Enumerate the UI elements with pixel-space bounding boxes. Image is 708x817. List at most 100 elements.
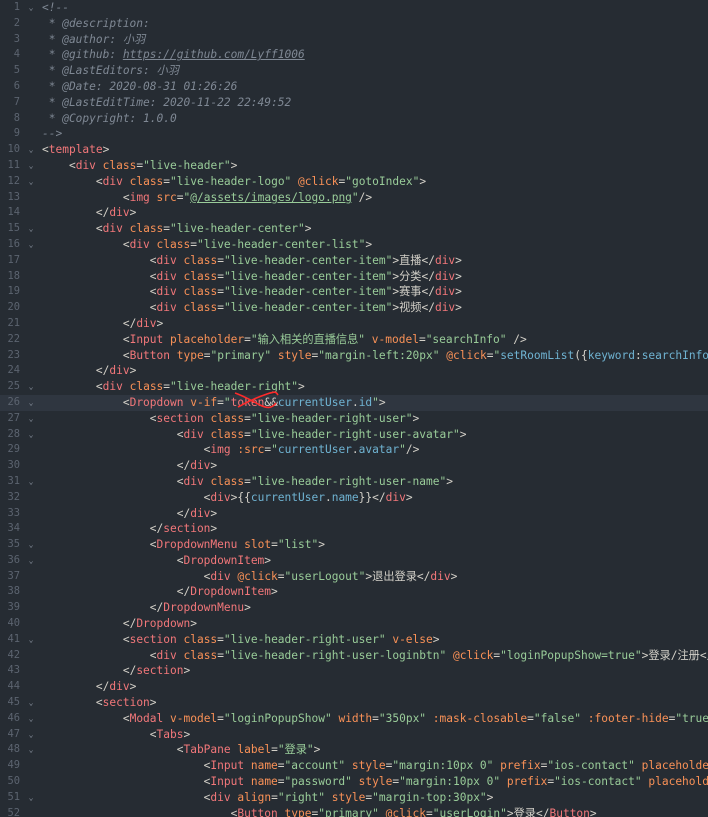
code-line[interactable]: 33 </div> bbox=[0, 506, 708, 522]
code-editor[interactable]: 1 ⌄ <!-- 2 * @description: 3 * @author: 小羽 4 … bbox=[0, 0, 708, 817]
code-line[interactable]: 31 ⌄ <div class="live-header-right-user-n… bbox=[0, 474, 708, 490]
code-line[interactable]: 11 ⌄ <div class="live-header"> bbox=[0, 158, 708, 174]
fold-chevron-icon[interactable]: ⌄ bbox=[26, 158, 36, 174]
code-line[interactable]: 2 * @description: bbox=[0, 16, 708, 32]
code-line[interactable]: 34 </section> bbox=[0, 521, 708, 537]
fold-chevron-icon[interactable]: ⌄ bbox=[26, 537, 36, 553]
code-text: <div class="live-header-center-item">直播<… bbox=[42, 253, 462, 269]
code-line[interactable]: 46 ⌄ <Modal v-model="loginPopupShow" widt… bbox=[0, 711, 708, 727]
comment-token: * @LastEditors: 小羽 bbox=[42, 64, 179, 78]
code-line[interactable]: 9 --> bbox=[0, 126, 708, 142]
line-number: 51 bbox=[7, 790, 20, 803]
code-line[interactable]: 26 ⌄ <Dropdown v-if="token&&currentUser.i… bbox=[0, 394, 708, 411]
string-token: "输入相关的直播信息" bbox=[250, 332, 366, 346]
fold-chevron-icon[interactable]: ⌄ bbox=[26, 711, 36, 727]
code-line[interactable]: 39 </DropdownMenu> bbox=[0, 600, 708, 616]
attribute-token: :footer-hide bbox=[587, 711, 669, 725]
code-line[interactable]: 1 ⌄ <!-- bbox=[0, 0, 708, 16]
fold-chevron-icon[interactable]: ⌄ bbox=[26, 379, 36, 395]
code-line[interactable]: 17 <div class="live-header-center-item">… bbox=[0, 253, 708, 269]
fold-chevron-icon[interactable]: ⌄ bbox=[26, 142, 36, 158]
code-line[interactable]: 45 ⌄ <section> bbox=[0, 695, 708, 711]
code-text: <!-- bbox=[42, 0, 69, 16]
line-number: 8 bbox=[13, 111, 20, 124]
code-line[interactable]: 43 </section> bbox=[0, 663, 708, 679]
code-line[interactable]: 23 <Button type="primary" style="margin-… bbox=[0, 348, 708, 364]
variable-token: currentUser bbox=[277, 443, 352, 457]
code-line[interactable]: 12 ⌄ <div class="live-header-logo" @click… bbox=[0, 174, 708, 190]
code-line[interactable]: 28 ⌄ <div class="live-header-right-user-a… bbox=[0, 427, 708, 443]
text-token: 直播 bbox=[399, 253, 422, 267]
punctuation-token: < bbox=[95, 380, 103, 394]
code-line[interactable]: 27 ⌄ <section class="live-header-right-us… bbox=[0, 411, 708, 427]
code-line[interactable]: 8 * @Copyright: 1.0.0 bbox=[0, 111, 708, 127]
code-line[interactable]: 38 </DropdownItem> bbox=[0, 584, 708, 600]
code-line[interactable]: 51 ⌄ <div align="right" style="margin-top… bbox=[0, 790, 708, 806]
code-line[interactable]: 15 ⌄ <div class="live-header-center"> bbox=[0, 221, 708, 237]
code-line[interactable]: 7 * @LastEditTime: 2020-11-22 22:49:52 bbox=[0, 95, 708, 111]
code-line[interactable]: 16 ⌄ <div class="live-header-center-list"… bbox=[0, 237, 708, 253]
code-line[interactable]: 42 <div class="live-header-right-user-lo… bbox=[0, 648, 708, 664]
fold-chevron-icon[interactable]: ⌄ bbox=[26, 474, 36, 490]
code-line[interactable]: 47 ⌄ <Tabs> bbox=[0, 727, 708, 743]
code-line[interactable]: 14 </div> bbox=[0, 205, 708, 221]
code-text: </Dropdown> bbox=[42, 616, 197, 632]
code-line[interactable]: 52 <Button type="primary" @click="userLo… bbox=[0, 806, 708, 817]
punctuation-token: > bbox=[486, 790, 494, 804]
punctuation-token: > bbox=[412, 411, 420, 425]
fold-chevron-icon[interactable]: ⌄ bbox=[26, 742, 36, 758]
fold-chevron-icon[interactable]: ⌄ bbox=[26, 427, 36, 443]
fold-chevron-icon[interactable]: ⌄ bbox=[26, 695, 36, 711]
fold-chevron-icon[interactable]: ⌄ bbox=[26, 553, 36, 569]
code-line[interactable]: 4 * @github: https://github.com/Lyff1006 bbox=[0, 47, 708, 63]
code-line[interactable]: 6 * @Date: 2020-08-31 01:26:26 bbox=[0, 79, 708, 95]
code-line[interactable]: 5 * @LastEditors: 小羽 bbox=[0, 63, 708, 79]
punctuation-token: </ bbox=[699, 648, 708, 662]
code-line[interactable]: 18 <div class="live-header-center-item">… bbox=[0, 269, 708, 285]
code-line[interactable]: 36 ⌄ <DropdownItem> bbox=[0, 553, 708, 569]
code-line[interactable]: 21 </div> bbox=[0, 316, 708, 332]
code-line[interactable]: 41 ⌄ <section class="live-header-right-us… bbox=[0, 632, 708, 648]
comment-token: * @Date: 2020-08-31 01:26:26 bbox=[42, 79, 238, 93]
code-line[interactable]: 29 <img :src="currentUser.avatar"/> bbox=[0, 442, 708, 458]
code-line[interactable]: 40 </Dropdown> bbox=[0, 616, 708, 632]
line-number: 23 bbox=[7, 348, 20, 361]
fold-chevron-icon[interactable]: ⌄ bbox=[26, 0, 36, 16]
fold-chevron-icon[interactable]: ⌄ bbox=[26, 174, 36, 190]
code-line[interactable]: 30 </div> bbox=[0, 458, 708, 474]
code-line[interactable]: 24 </div> bbox=[0, 363, 708, 379]
code-line[interactable]: 49 <Input name="account" style="margin:1… bbox=[0, 758, 708, 774]
code-text: <section class="live-header-right-user" … bbox=[42, 632, 440, 648]
fold-chevron-icon[interactable]: ⌄ bbox=[26, 727, 36, 743]
code-line[interactable]: 13 <img src="@/assets/images/logo.png"/> bbox=[0, 190, 708, 206]
code-line[interactable]: 44 </div> bbox=[0, 679, 708, 695]
code-line[interactable]: 48 ⌄ <TabPane label="登录"> bbox=[0, 742, 708, 758]
code-line[interactable]: 32 <div>{{currentUser.name}}</div> bbox=[0, 490, 708, 506]
string-token: "loginPopupShow" bbox=[223, 711, 332, 725]
fold-chevron-icon[interactable]: ⌄ bbox=[26, 632, 36, 648]
code-line[interactable]: 50 <Input name="password" style="margin:… bbox=[0, 774, 708, 790]
code-line[interactable]: 3 * @author: 小羽 bbox=[0, 32, 708, 48]
string-token: "false" bbox=[533, 711, 581, 725]
string-token: " bbox=[399, 443, 406, 457]
attribute-token: class bbox=[156, 237, 191, 251]
code-line[interactable]: 22 <Input placeholder="输入相关的直播信息" v-mode… bbox=[0, 332, 708, 348]
attribute-token: class bbox=[129, 380, 164, 394]
fold-chevron-icon[interactable]: ⌄ bbox=[26, 395, 36, 411]
code-line[interactable]: 25 ⌄ <div class="live-header-right"> bbox=[0, 379, 708, 395]
fold-chevron-icon[interactable]: ⌄ bbox=[26, 237, 36, 253]
code-line[interactable]: 20 <div class="live-header-center-item">… bbox=[0, 300, 708, 316]
code-line[interactable]: 37 <div @click="userLogout">退出登录</div> bbox=[0, 569, 708, 585]
code-line[interactable]: 35 ⌄ <DropdownMenu slot="list"> bbox=[0, 537, 708, 553]
fold-chevron-icon[interactable]: ⌄ bbox=[26, 411, 36, 427]
fold-chevron-icon[interactable]: ⌄ bbox=[26, 790, 36, 806]
fold-chevron-icon[interactable]: ⌄ bbox=[26, 221, 36, 237]
code-line[interactable]: 10 ⌄ <template> bbox=[0, 142, 708, 158]
code-line[interactable]: 19 <div class="live-header-center-item">… bbox=[0, 284, 708, 300]
